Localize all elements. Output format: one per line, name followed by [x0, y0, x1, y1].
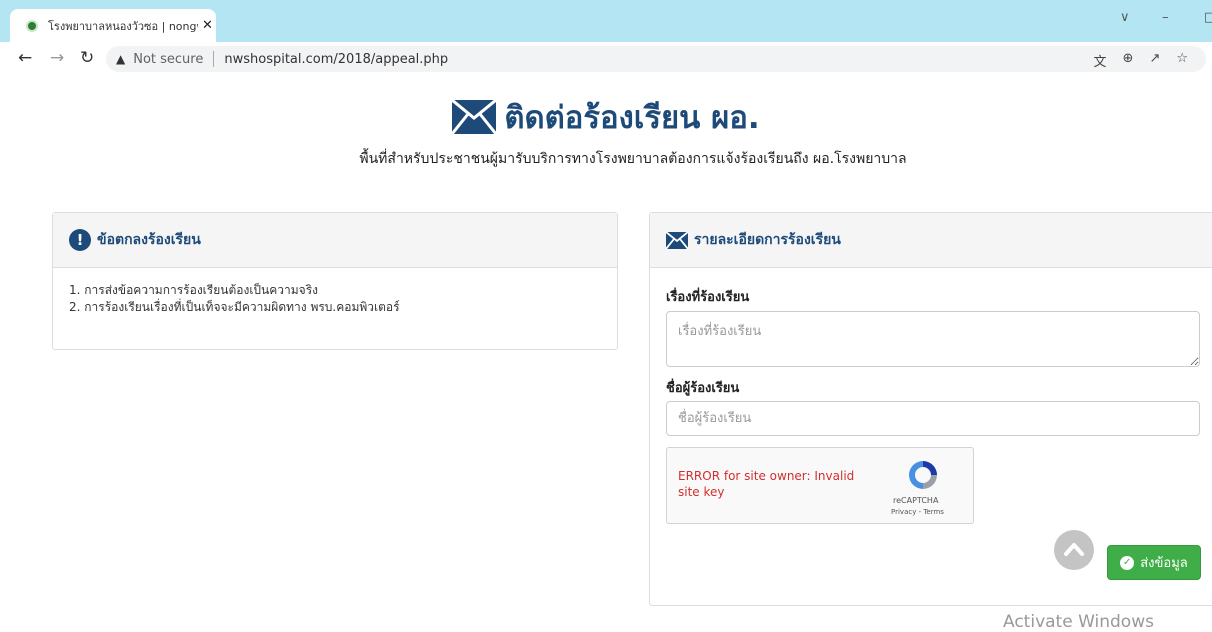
tab-title: โรงพยาบาลหนองวัวซอ | nongwu — [48, 19, 198, 33]
envelope-icon — [452, 100, 497, 134]
address-bar[interactable]: ▲ Not secure nwshospital.com/2018/appeal… — [106, 46, 1206, 72]
recaptcha-brand: reCAPTCHA — [893, 496, 939, 505]
recaptcha-widget[interactable]: ERROR for site owner: Invalid site key r… — [666, 447, 974, 524]
site-favicon-icon — [26, 19, 38, 32]
restore-window-icon[interactable]: □ — [1204, 10, 1212, 25]
zoom-icon[interactable]: ⊕ — [1123, 51, 1134, 70]
terms-item: 2. การร้องเรียนเรื่องที่เป็นเท็จจะมีความ… — [69, 300, 400, 314]
check-circle-icon: ✓ — [1120, 555, 1135, 570]
terms-panel-header: ! ข้อตกลงร้องเรียน — [53, 213, 617, 268]
recaptcha-logo-icon — [909, 461, 937, 489]
activate-windows-watermark: Activate Windows — [1003, 612, 1154, 632]
share-icon[interactable]: ↗ — [1149, 51, 1160, 70]
not-secure-label[interactable]: Not secure — [133, 52, 203, 67]
name-label: ชื่อผู้ร้องเรียน — [666, 381, 740, 396]
terms-list: 1. การส่งข้อความการร้องเรียนต้องเป็นความ… — [53, 268, 617, 330]
recaptcha-error: ERROR for site owner: Invalid site key — [678, 469, 855, 499]
subject-textarea[interactable] — [666, 311, 1200, 367]
page-subtitle: พื้นที่สำหรับประชาชนผู้มารับบริการทางโรง… — [359, 151, 907, 167]
envelope-icon — [666, 231, 688, 249]
page-title-text: ติดต่อร้องเรียน ผอ. — [504, 100, 760, 136]
complaint-form-panel: รายละเอียดการร้องเรียน เรื่องที่ร้องเรีย… — [649, 212, 1212, 606]
bookmark-star-icon[interactable]: ☆ — [1176, 51, 1188, 70]
recaptcha-privacy-terms-link[interactable]: Privacy - Terms — [891, 508, 944, 516]
browser-toolbar: ← → ↻ ▲ Not secure nwshospital.com/2018/… — [0, 42, 1212, 75]
tab-close-button[interactable]: ✕ — [202, 18, 213, 33]
tab-search-chevron-icon[interactable]: ∨ — [1120, 10, 1130, 25]
form-heading: รายละเอียดการร้องเรียน — [694, 232, 841, 248]
name-input[interactable] — [666, 401, 1200, 436]
translate-icon[interactable]: 文 — [1094, 51, 1107, 70]
url-text[interactable]: nwshospital.com/2018/appeal.php — [224, 52, 448, 67]
omnibox-actions: 文 ⊕ ↗ ☆ — [1094, 51, 1188, 70]
scroll-to-top-button[interactable] — [1054, 530, 1094, 570]
browser-tabstrip: โรงพยาบาลหนองวัวซอ | nongwu ✕ ∨ – □ — [0, 0, 1212, 42]
minimize-window-icon[interactable]: – — [1162, 10, 1169, 25]
forward-arrow-icon[interactable]: → — [50, 48, 64, 68]
reload-icon[interactable]: ↻ — [80, 48, 94, 68]
terms-heading: ข้อตกลงร้องเรียน — [97, 232, 201, 248]
address-divider — [213, 51, 215, 67]
exclamation-circle-icon: ! — [69, 229, 91, 251]
form-panel-header: รายละเอียดการร้องเรียน — [650, 213, 1212, 268]
back-arrow-icon[interactable]: ← — [18, 48, 32, 68]
submit-button-label: ส่งข้อมูล — [1140, 556, 1188, 571]
terms-panel: ! ข้อตกลงร้องเรียน 1. การส่งข้อความการร้… — [52, 212, 618, 350]
subject-label: เรื่องที่ร้องเรียน — [666, 290, 750, 305]
terms-item: 1. การส่งข้อความการร้องเรียนต้องเป็นความ… — [69, 283, 318, 297]
page-title: ติดต่อร้องเรียน ผอ. — [0, 92, 1212, 142]
chevron-up-icon — [1064, 543, 1084, 556]
browser-tab[interactable]: โรงพยาบาลหนองวัวซอ | nongwu ✕ — [10, 9, 216, 42]
submit-button[interactable]: ✓ ส่งข้อมูล — [1107, 545, 1201, 580]
warning-triangle-icon[interactable]: ▲ — [116, 52, 125, 66]
